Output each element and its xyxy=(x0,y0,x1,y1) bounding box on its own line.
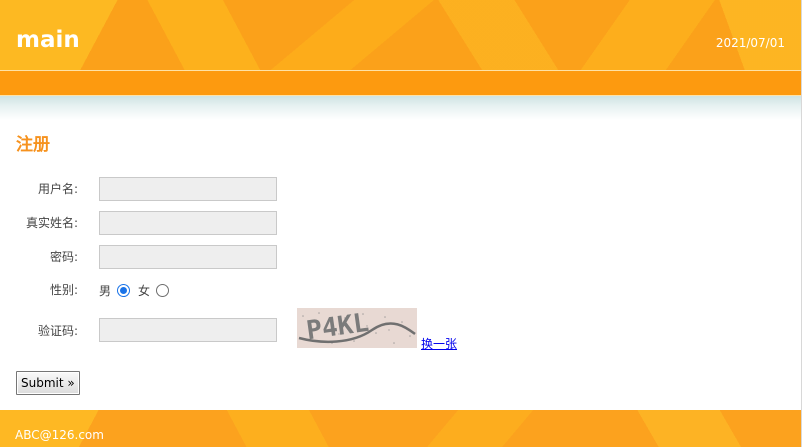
submit-button[interactable]: Submit » xyxy=(16,371,80,395)
password-row: 密码: xyxy=(0,245,801,269)
captcha-label: 验证码: xyxy=(37,324,78,338)
captcha-graphic: P4KL xyxy=(297,308,417,348)
gender-female-radio[interactable] xyxy=(156,283,170,297)
captcha-image: P4KL xyxy=(297,308,417,348)
page: main 2021/07/01 注册 用户名: 真实姓名: 密码: 性别: 男 … xyxy=(0,0,802,447)
gender-male-label: 男 xyxy=(99,283,112,298)
realname-label: 真实姓名: xyxy=(25,216,78,230)
gender-male-radio[interactable] xyxy=(117,283,131,297)
header-banner: main 2021/07/01 xyxy=(0,0,801,70)
header-date: 2021/07/01 xyxy=(715,36,785,50)
gender-label: 性别: xyxy=(49,283,78,297)
realname-input[interactable] xyxy=(99,211,277,235)
gender-female-label: 女 xyxy=(138,283,151,298)
footer-email: ABC@126.com xyxy=(15,428,104,442)
nav-shadow-divider xyxy=(0,96,801,120)
username-label: 用户名: xyxy=(37,182,78,196)
realname-row: 真实姓名: xyxy=(0,211,801,235)
username-input[interactable] xyxy=(99,177,277,201)
site-title: main xyxy=(16,27,80,53)
nav-bar xyxy=(0,70,801,96)
password-label: 密码: xyxy=(49,250,78,264)
gender-radio-group: 男 女 xyxy=(99,281,177,299)
captcha-refresh-link[interactable]: 换一张 xyxy=(421,336,457,352)
username-row: 用户名: xyxy=(0,177,801,201)
footer: ABC@126.com xyxy=(0,410,801,447)
page-title: 注册 xyxy=(16,135,50,155)
password-input[interactable] xyxy=(99,245,277,269)
captcha-input[interactable] xyxy=(99,318,277,342)
gender-row: 性别: 男 女 xyxy=(0,281,801,299)
